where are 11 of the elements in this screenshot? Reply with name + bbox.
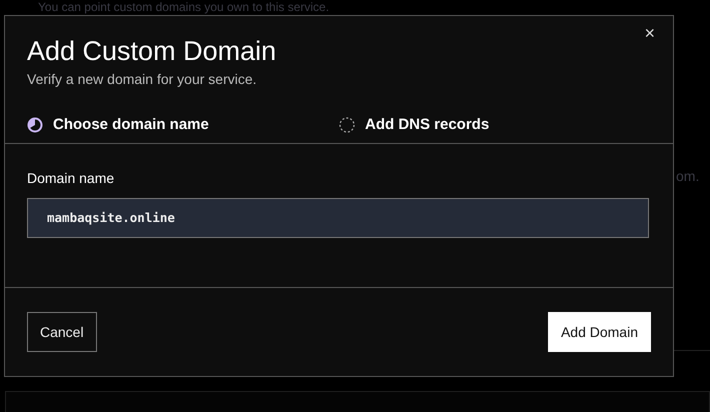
add-domain-button[interactable]: Add Domain (548, 312, 651, 352)
background-text: om. (676, 167, 700, 186)
step-label: Choose domain name (53, 115, 209, 135)
field-label: Domain name (27, 168, 116, 188)
step-label: Add DNS records (365, 115, 490, 135)
cancel-button[interactable]: Cancel (27, 312, 97, 352)
domain-input-field[interactable]: mambaqsite.online (27, 198, 649, 238)
dialog-subtitle: Verify a new domain for your service. (27, 70, 258, 89)
background-text: You can point custom domains you own to this service. (38, 0, 330, 14)
close-button[interactable]: × (640, 24, 659, 42)
dialog-title: Add Custom Domain (27, 35, 278, 67)
